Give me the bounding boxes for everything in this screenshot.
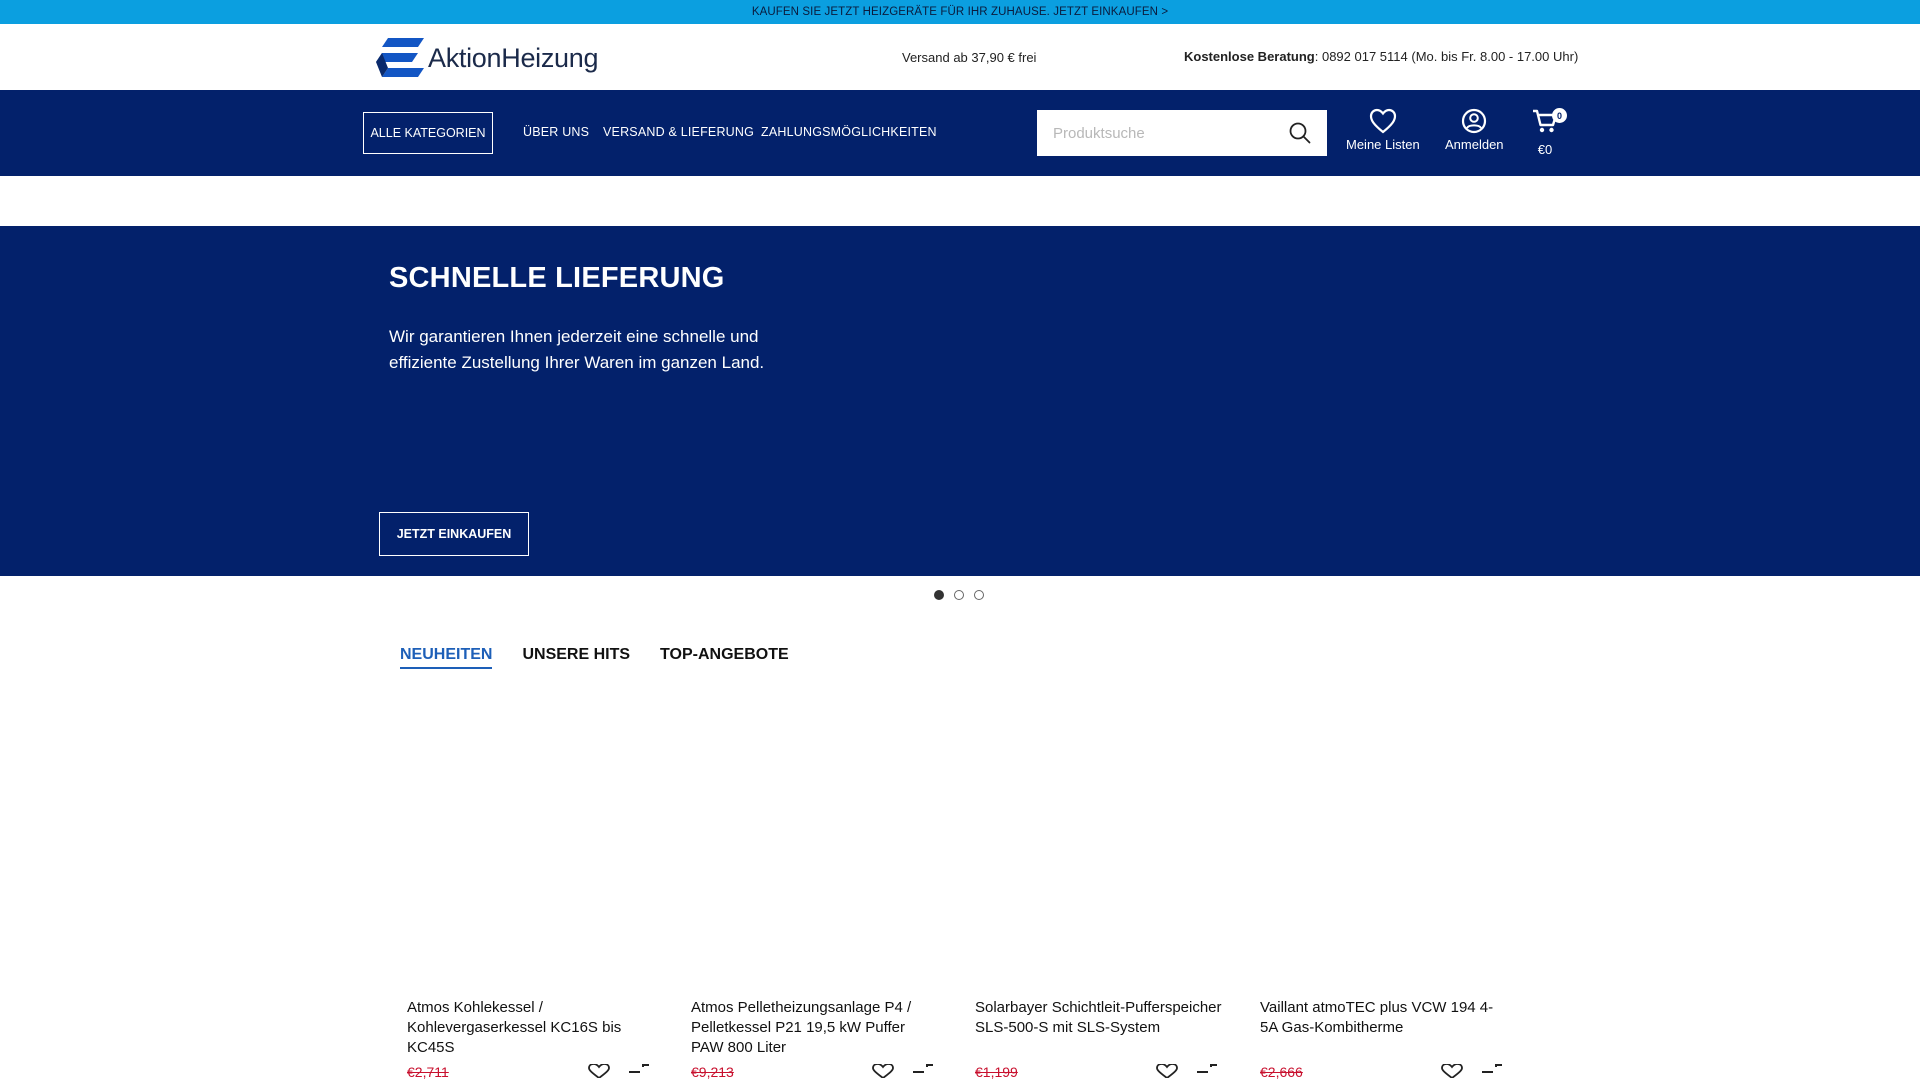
search-input[interactable] [1053, 124, 1273, 142]
compare-icon[interactable] [627, 1064, 651, 1078]
account-icon [1462, 108, 1487, 134]
consult-note: Kostenlose Beratung: 0892 017 5114 (Mo. … [1184, 49, 1578, 64]
logo[interactable]: AktionHeizung [374, 36, 599, 80]
wishlist-heart-icon[interactable] [587, 1064, 611, 1078]
product-card-4[interactable]: Vaillant atmoTEC plus VCW 194 4-5A Gas-K… [1260, 998, 1510, 1080]
slider-dots [934, 590, 984, 600]
slider-dot-2[interactable] [954, 590, 964, 600]
product-card-1[interactable]: Atmos Kohlekessel / Kohlevergaserkessel … [407, 998, 657, 1080]
logo-text: AktionHeizung [428, 42, 599, 73]
compare-icon[interactable] [1480, 1064, 1504, 1078]
tab-unsere-hits[interactable]: UNSERE HITS [522, 646, 630, 669]
logo-icon [374, 36, 426, 80]
consult-phone: : 0892 017 5114 (Mo. bis Fr. 8.00 - 17.0… [1314, 49, 1579, 64]
nav-link-payment[interactable]: ZAHLUNGSMÖGLICHKEITEN [761, 125, 937, 139]
hero-title: SCHNELLE LIEFERUNG [389, 262, 725, 294]
search-box [1037, 110, 1327, 156]
compare-icon[interactable] [911, 1064, 935, 1078]
product-old-price: €2,666 [1260, 1064, 1303, 1080]
product-actions [587, 1064, 651, 1078]
slider-dot-3[interactable] [974, 590, 984, 600]
product-name[interactable]: Atmos Pelletheizungsanlage P4 / Pelletke… [691, 998, 941, 1058]
wishlist-label: Meine Listen [1346, 137, 1420, 152]
search-icon[interactable] [1289, 122, 1311, 144]
product-actions [1440, 1064, 1504, 1078]
all-categories-button[interactable]: ALLE KATEGORIEN [363, 112, 493, 154]
product-old-price: €9,213 [691, 1064, 734, 1080]
product-name[interactable]: Solarbayer Schichtleit-Pufferspeicher SL… [975, 998, 1225, 1038]
cart-count-badge: 0 [1552, 108, 1567, 123]
login-link[interactable]: Anmelden [1445, 108, 1504, 152]
tab-top-angebote[interactable]: TOP-ANGEBOTE [660, 646, 789, 669]
promo-bar[interactable]: KAUFEN SIE JETZT HEIZGERÄTE FÜR IHR ZUHA… [0, 0, 1920, 24]
hero-text: Wir garantieren Ihnen jederzeit eine sch… [389, 327, 765, 372]
product-tabs: NEUHEITEN UNSERE HITS TOP-ANGEBOTE [400, 646, 789, 669]
cart-total: €0 [1537, 142, 1553, 157]
hero-banner: SCHNELLE LIEFERUNG Wir garantieren Ihnen… [0, 226, 1920, 576]
main-nav: ALLE KATEGORIEN ÜBER UNS VERSAND & LIEFE… [0, 90, 1920, 176]
product-old-price: €2,711 [407, 1064, 449, 1080]
product-card-2[interactable]: Atmos Pelletheizungsanlage P4 / Pelletke… [691, 998, 941, 1080]
compare-icon[interactable] [1195, 1064, 1219, 1078]
wishlist-link[interactable]: Meine Listen [1346, 108, 1420, 152]
slider-dot-1[interactable] [934, 590, 944, 600]
wishlist-heart-icon[interactable] [871, 1064, 895, 1078]
wishlist-heart-icon[interactable] [1155, 1064, 1179, 1078]
product-actions [871, 1064, 935, 1078]
login-label: Anmelden [1445, 137, 1504, 152]
cart-icon-wrap: 0 [1531, 108, 1567, 139]
shop-now-button[interactable]: JETZT EINKAUFEN [379, 512, 529, 556]
nav-link-shipping[interactable]: VERSAND & LIEFERUNG [603, 125, 754, 139]
site-header: AktionHeizung Versand ab 37,90 € frei Ko… [0, 24, 1920, 90]
nav-link-about[interactable]: ÜBER UNS [523, 125, 589, 139]
product-name[interactable]: Vaillant atmoTEC plus VCW 194 4-5A Gas-K… [1260, 998, 1510, 1038]
product-old-price: €1,199 [975, 1064, 1018, 1080]
promo-text[interactable]: KAUFEN SIE JETZT HEIZGERÄTE FÜR IHR ZUHA… [752, 6, 1168, 18]
heart-icon [1369, 108, 1396, 134]
shipping-note: Versand ab 37,90 € frei [902, 50, 1037, 65]
product-name[interactable]: Atmos Kohlekessel / Kohlevergaserkessel … [407, 998, 657, 1058]
product-actions [1155, 1064, 1219, 1078]
consult-label: Kostenlose Beratung [1184, 49, 1315, 64]
cart-link[interactable]: 0 €0 [1531, 108, 1567, 157]
tab-neuheiten[interactable]: NEUHEITEN [400, 646, 493, 669]
wishlist-heart-icon[interactable] [1440, 1064, 1464, 1078]
product-card-3[interactable]: Solarbayer Schichtleit-Pufferspeicher SL… [975, 998, 1225, 1080]
